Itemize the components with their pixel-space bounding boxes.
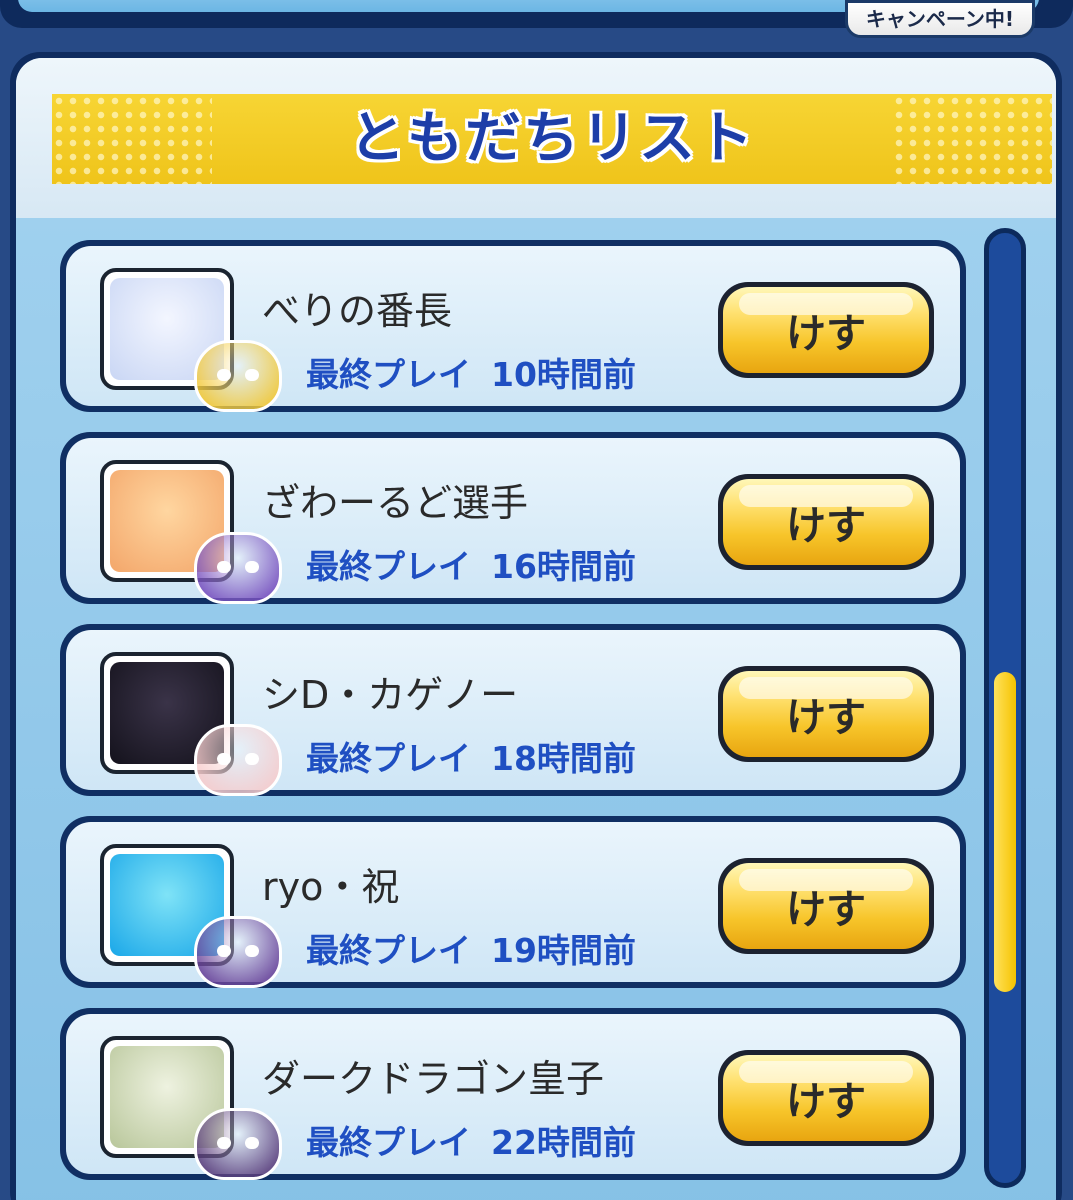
friend-card: ダークドラゴン皇子 最終プレイ 22時間前 けす [60,1008,966,1180]
scrollbar[interactable] [984,228,1026,1188]
friend-card: ryo・祝 最終プレイ 19時間前 けす [60,816,966,988]
last-play-time: 18時間前 [491,739,636,778]
friend-name: ryo・祝 [262,865,400,909]
friend-name: ダークドラゴン皇子 [262,1057,605,1101]
friend-card: べりの番長 最終プレイ 10時間前 けす [60,240,966,412]
delete-friend-button[interactable]: けす [718,666,934,762]
delete-friend-button[interactable]: けす [718,1050,934,1146]
last-play-label: 最終プレイ [306,355,471,394]
last-play-label: 最終プレイ [306,1123,471,1162]
last-play-label: 最終プレイ [306,547,471,586]
scrollbar-thumb[interactable] [994,671,1016,992]
character-badge-icon [194,724,282,796]
delete-friend-button[interactable]: けす [718,474,934,570]
panel-header: ともだちリスト [16,58,1056,218]
friend-card: ざわーるど選手 最終プレイ 16時間前 けす [60,432,966,604]
last-play-text: 最終プレイ 18時間前 [306,732,636,780]
delete-button-label: けす [786,887,866,933]
last-play-label: 最終プレイ [306,739,471,778]
character-badge-icon [194,1108,282,1180]
campaign-tag[interactable]: キャンペーン中! [844,0,1035,38]
last-play-time: 19時間前 [491,931,636,970]
delete-friend-button[interactable]: けす [718,282,934,378]
character-badge-icon [194,340,282,412]
delete-button-label: けす [786,1079,866,1125]
delete-button-label: けす [786,503,866,549]
last-play-label: 最終プレイ [306,931,471,970]
title-banner: ともだちリスト [52,94,1052,184]
friend-name: べりの番長 [262,289,453,333]
last-play-time: 16時間前 [491,547,636,586]
friend-card: シD・カゲノー 最終プレイ 18時間前 けす [60,624,966,796]
character-badge-icon [194,916,282,988]
last-play-text: 最終プレイ 16時間前 [306,540,636,588]
friend-name: シD・カゲノー [262,673,519,717]
delete-button-label: けす [786,695,866,741]
friend-list-screen: キャンペーン中! ともだちリスト べりの番長 最終プレイ 10時間前 けす ざわ… [0,0,1073,1200]
friend-name: ざわーるど選手 [262,481,529,525]
delete-button-label: けす [786,311,866,357]
page-title: ともだちリスト [349,106,755,171]
last-play-time: 10時間前 [491,355,636,394]
last-play-text: 最終プレイ 19時間前 [306,924,636,972]
last-play-text: 最終プレイ 22時間前 [306,1116,636,1164]
delete-friend-button[interactable]: けす [718,858,934,954]
last-play-text: 最終プレイ 10時間前 [306,348,636,396]
character-badge-icon [194,532,282,604]
last-play-time: 22時間前 [491,1123,636,1162]
